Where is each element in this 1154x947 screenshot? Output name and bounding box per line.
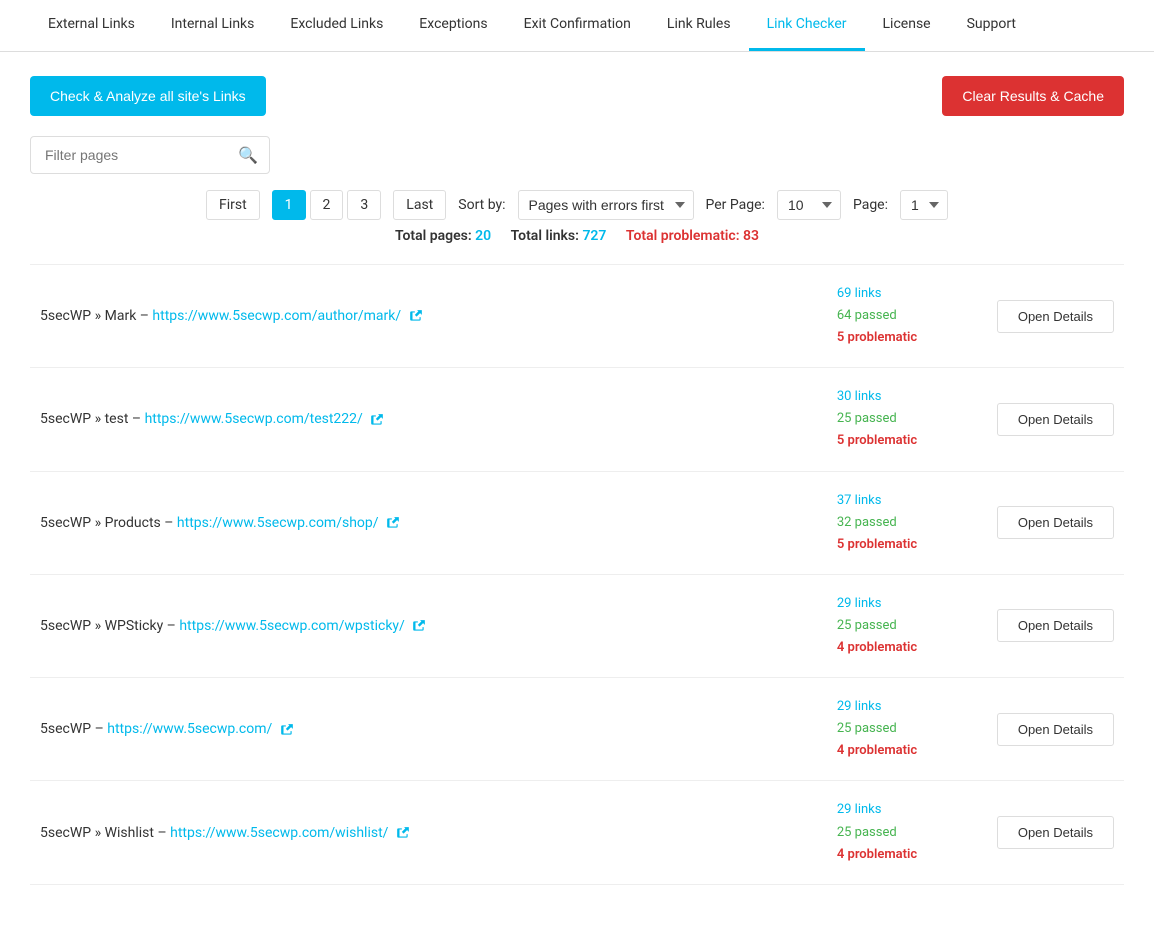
result-url[interactable]: https://www.5secwp.com/test222/ <box>145 411 363 427</box>
result-stats: 69 links 64 passed 5 problematic <box>837 283 997 349</box>
result-stats: 29 links 25 passed 4 problematic <box>837 696 997 762</box>
external-link-icon <box>370 413 384 427</box>
stats-row: Total pages: 20 Total links: 727 Total p… <box>30 228 1124 244</box>
passed-count: 64 passed <box>837 305 997 327</box>
result-info: 5secWP » Mark – https://www.5secwp.com/a… <box>40 308 837 324</box>
last-page-link[interactable]: Last <box>393 190 446 220</box>
problematic-count: 4 problematic <box>837 844 997 866</box>
open-details-button[interactable]: Open Details <box>997 609 1114 642</box>
links-count: 30 links <box>837 386 997 408</box>
result-info: 5secWP » WPSticky – https://www.5secwp.c… <box>40 618 837 634</box>
open-details-button[interactable]: Open Details <box>997 713 1114 746</box>
nav-tab-external-links[interactable]: External Links <box>30 0 153 51</box>
external-link-icon <box>386 516 400 530</box>
per-page-label: Per Page: <box>706 197 765 213</box>
nav-tabs: External LinksInternal LinksExcluded Lin… <box>0 0 1154 52</box>
links-count: 29 links <box>837 696 997 718</box>
table-row: 5secWP » WPSticky – https://www.5secwp.c… <box>30 575 1124 678</box>
result-url[interactable]: https://www.5secwp.com/shop/ <box>177 515 379 531</box>
table-row: 5secWP » Products – https://www.5secwp.c… <box>30 472 1124 575</box>
open-details-button[interactable]: Open Details <box>997 403 1114 436</box>
passed-count: 25 passed <box>837 822 997 844</box>
external-link-icon <box>412 619 426 633</box>
problematic-count: 4 problematic <box>837 740 997 762</box>
pagination-sort-row: First 123 Last Sort by: Pages with error… <box>30 190 1124 220</box>
first-page-link[interactable]: First <box>206 190 260 220</box>
total-pages-label: Total pages: <box>395 228 472 244</box>
nav-tab-link-checker[interactable]: Link Checker <box>749 0 865 51</box>
open-details-button[interactable]: Open Details <box>997 816 1114 849</box>
passed-count: 25 passed <box>837 718 997 740</box>
problematic-count: 5 problematic <box>837 327 997 349</box>
result-info: 5secWP – https://www.5secwp.com/ <box>40 721 837 737</box>
nav-tab-exit-confirmation[interactable]: Exit Confirmation <box>506 0 649 51</box>
result-info: 5secWP » test – https://www.5secwp.com/t… <box>40 411 837 427</box>
nav-tab-excluded-links[interactable]: Excluded Links <box>272 0 401 51</box>
page-select[interactable]: 123 <box>900 190 948 220</box>
table-row: 5secWP » test – https://www.5secwp.com/t… <box>30 368 1124 471</box>
result-stats: 29 links 25 passed 4 problematic <box>837 799 997 865</box>
sort-select[interactable]: Pages with errors firstPages with most l… <box>518 190 694 220</box>
total-links-label: Total links: <box>511 228 579 244</box>
result-page-title: 5secWP – <box>40 721 107 737</box>
total-pages-value: 20 <box>475 228 491 244</box>
table-row: 5secWP » Wishlist – https://www.5secwp.c… <box>30 781 1124 884</box>
page-number-2[interactable]: 2 <box>310 190 344 220</box>
links-count: 37 links <box>837 490 997 512</box>
result-stats: 37 links 32 passed 5 problematic <box>837 490 997 556</box>
external-link-icon <box>280 723 294 737</box>
passed-count: 32 passed <box>837 512 997 534</box>
result-url[interactable]: https://www.5secwp.com/wishlist/ <box>170 825 388 841</box>
result-page-title: 5secWP » Wishlist – <box>40 825 170 841</box>
nav-tab-license[interactable]: License <box>865 0 949 51</box>
result-url[interactable]: https://www.5secwp.com/ <box>107 721 272 737</box>
nav-tab-support[interactable]: Support <box>949 0 1034 51</box>
nav-tab-link-rules[interactable]: Link Rules <box>649 0 749 51</box>
total-links-value: 727 <box>582 228 606 244</box>
nav-tab-exceptions[interactable]: Exceptions <box>401 0 505 51</box>
open-details-button[interactable]: Open Details <box>997 506 1114 539</box>
table-row: 5secWP » Mark – https://www.5secwp.com/a… <box>30 264 1124 368</box>
passed-count: 25 passed <box>837 408 997 430</box>
external-link-icon <box>409 309 423 323</box>
filter-row: 🔍 <box>30 136 1124 174</box>
result-page-title: 5secWP » Mark – <box>40 308 152 324</box>
per-page-select[interactable]: 102550100 <box>777 190 841 220</box>
result-info: 5secWP » Wishlist – https://www.5secwp.c… <box>40 825 837 841</box>
nav-tab-internal-links[interactable]: Internal Links <box>153 0 273 51</box>
table-row: 5secWP – https://www.5secwp.com/ 29 link… <box>30 678 1124 781</box>
links-count: 29 links <box>837 799 997 821</box>
result-info: 5secWP » Products – https://www.5secwp.c… <box>40 515 837 531</box>
page-number-3[interactable]: 3 <box>347 190 381 220</box>
page-number-1[interactable]: 1 <box>272 190 306 220</box>
total-problematic-value: 83 <box>743 228 759 244</box>
total-problematic-label: Total problematic: <box>626 228 740 244</box>
page-label: Page: <box>853 197 888 213</box>
result-page-title: 5secWP » test – <box>40 411 145 427</box>
clear-button[interactable]: Clear Results & Cache <box>942 76 1124 116</box>
results-table: 5secWP » Mark – https://www.5secwp.com/a… <box>30 264 1124 885</box>
problematic-count: 5 problematic <box>837 534 997 556</box>
filter-input[interactable] <box>30 136 270 174</box>
analyze-button[interactable]: Check & Analyze all site's Links <box>30 76 266 116</box>
toolbar: Check & Analyze all site's Links Clear R… <box>30 76 1124 116</box>
links-count: 29 links <box>837 593 997 615</box>
passed-count: 25 passed <box>837 615 997 637</box>
result-stats: 29 links 25 passed 4 problematic <box>837 593 997 659</box>
links-count: 69 links <box>837 283 997 305</box>
open-details-button[interactable]: Open Details <box>997 300 1114 333</box>
problematic-count: 4 problematic <box>837 637 997 659</box>
sort-by-label: Sort by: <box>458 197 505 213</box>
result-url[interactable]: https://www.5secwp.com/wpsticky/ <box>179 618 404 634</box>
result-stats: 30 links 25 passed 5 problematic <box>837 386 997 452</box>
result-url[interactable]: https://www.5secwp.com/author/mark/ <box>152 308 401 324</box>
external-link-icon <box>396 826 410 840</box>
result-page-title: 5secWP » WPSticky – <box>40 618 179 634</box>
result-page-title: 5secWP » Products – <box>40 515 177 531</box>
problematic-count: 5 problematic <box>837 430 997 452</box>
